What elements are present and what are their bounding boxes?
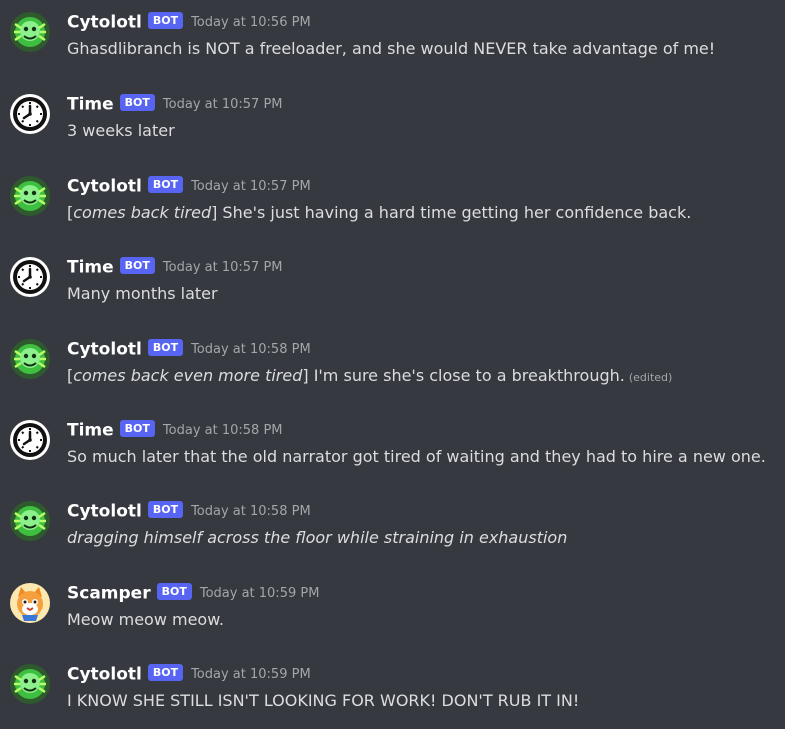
message-text: Ghasdlibranch is NOT a freeloader, and s… bbox=[67, 39, 716, 58]
message-item[interactable]: Cytolotl BOT Today at 10:59 PM I KNOW SHE … bbox=[0, 652, 785, 712]
green-axolotl-avatar-icon[interactable] bbox=[10, 501, 50, 541]
message-italic-text: comes back even more tired bbox=[73, 366, 303, 385]
message-content: 3 weeks later bbox=[67, 120, 175, 142]
author-name[interactable]: Cytolotl bbox=[67, 340, 142, 360]
message-header: Time BOT Today at 10:57 PM bbox=[67, 93, 283, 116]
green-axolotl-avatar-icon[interactable] bbox=[10, 12, 50, 52]
bot-badge: BOT bbox=[147, 339, 184, 356]
message-item[interactable]: Cytolotl BOT Today at 10:57 PM [comes back… bbox=[0, 164, 785, 224]
message-timestamp[interactable]: Today at 10:58 PM bbox=[191, 504, 311, 519]
bot-badge: BOT bbox=[119, 257, 155, 274]
bot-badge: BOT bbox=[119, 94, 155, 111]
message-text: Many months later bbox=[67, 284, 218, 303]
message-timestamp[interactable]: Today at 10:57 PM bbox=[163, 97, 283, 112]
author-name[interactable]: Cytolotl bbox=[67, 13, 142, 33]
message-header: Cytolotl BOT Today at 10:59 PM bbox=[67, 663, 311, 686]
edited-label[interactable]: (edited) bbox=[629, 371, 672, 384]
message-item[interactable]: Cytolotl BOT Today at 10:58 PM [comes back… bbox=[0, 327, 785, 387]
message-item[interactable]: Time BOT Today at 10:57 PM Many months lat… bbox=[0, 245, 785, 305]
clock-avatar-icon[interactable] bbox=[10, 257, 50, 297]
message-header: Time BOT Today at 10:58 PM bbox=[67, 419, 283, 442]
message-timestamp[interactable]: Today at 10:58 PM bbox=[163, 423, 283, 438]
clock-avatar-icon[interactable] bbox=[10, 94, 50, 134]
message-timestamp[interactable]: Today at 10:59 PM bbox=[191, 667, 311, 682]
message-header: Cytolotl BOT Today at 10:58 PM bbox=[67, 500, 311, 523]
message-text: So much later that the old narrator got … bbox=[67, 447, 766, 466]
message-content: I KNOW SHE STILL ISN'T LOOKING FOR WORK!… bbox=[67, 690, 579, 712]
author-name[interactable]: Time bbox=[67, 95, 114, 115]
author-name[interactable]: Cytolotl bbox=[67, 665, 142, 685]
message-italic-text: dragging himself across the floor while … bbox=[67, 528, 568, 547]
message-item[interactable]: Scamper BOT Today at 10:59 PM Meow meow me… bbox=[0, 571, 785, 631]
message-timestamp[interactable]: Today at 10:57 PM bbox=[191, 179, 311, 194]
message-item[interactable]: Time BOT Today at 10:57 PM 3 weeks later bbox=[0, 82, 785, 142]
message-header: Scamper BOT Today at 10:59 PM bbox=[67, 582, 319, 605]
message-header: Cytolotl BOT Today at 10:58 PM bbox=[67, 338, 311, 361]
bot-badge: BOT bbox=[147, 12, 184, 29]
message-header: Time BOT Today at 10:57 PM bbox=[67, 256, 283, 279]
author-name[interactable]: Cytolotl bbox=[67, 177, 142, 197]
bot-badge: BOT bbox=[147, 501, 184, 518]
author-name[interactable]: Time bbox=[67, 421, 114, 441]
message-content: Many months later bbox=[67, 283, 218, 305]
author-name[interactable]: Scamper bbox=[67, 584, 151, 604]
bot-badge: BOT bbox=[147, 664, 184, 681]
message-header: Cytolotl BOT Today at 10:56 PM bbox=[67, 11, 311, 34]
message-item[interactable]: Cytolotl BOT Today at 10:56 PM Ghasdlibran… bbox=[0, 0, 785, 60]
message-item[interactable]: Time BOT Today at 10:58 PM So much later t… bbox=[0, 408, 785, 468]
message-content: dragging himself across the floor while … bbox=[67, 527, 567, 549]
message-timestamp[interactable]: Today at 10:59 PM bbox=[200, 586, 320, 601]
message-content: [comes back even more tired] I'm sure sh… bbox=[67, 365, 672, 389]
bot-badge: BOT bbox=[119, 420, 155, 437]
message-text: Meow meow meow. bbox=[67, 610, 224, 629]
message-text: ] She's just having a hard time getting … bbox=[211, 203, 692, 222]
message-italic-text: comes back tired bbox=[73, 203, 212, 222]
message-header: Cytolotl BOT Today at 10:57 PM bbox=[67, 175, 311, 198]
green-axolotl-avatar-icon[interactable] bbox=[10, 176, 50, 216]
message-text: 3 weeks later bbox=[67, 121, 175, 140]
message-content: So much later that the old narrator got … bbox=[67, 446, 766, 468]
green-axolotl-avatar-icon[interactable] bbox=[10, 664, 50, 704]
message-content: [comes back tired] She's just having a h… bbox=[67, 202, 691, 224]
message-timestamp[interactable]: Today at 10:58 PM bbox=[191, 342, 311, 357]
green-axolotl-avatar-icon[interactable] bbox=[10, 339, 50, 379]
orange-cat-avatar-icon[interactable] bbox=[10, 583, 50, 623]
message-timestamp[interactable]: Today at 10:56 PM bbox=[191, 15, 311, 30]
author-name[interactable]: Time bbox=[67, 258, 114, 278]
author-name[interactable]: Cytolotl bbox=[67, 502, 142, 522]
message-content: Meow meow meow. bbox=[67, 609, 224, 631]
message-text: ] I'm sure she's close to a breakthrough… bbox=[302, 366, 625, 385]
message-text: I KNOW SHE STILL ISN'T LOOKING FOR WORK!… bbox=[67, 691, 580, 710]
message-content: Ghasdlibranch is NOT a freeloader, and s… bbox=[67, 38, 715, 60]
bot-badge: BOT bbox=[156, 583, 192, 600]
chat-message-list: Cytolotl BOT Today at 10:56 PM Ghasdlibran… bbox=[0, 0, 785, 729]
message-item[interactable]: Cytolotl BOT Today at 10:58 PM dragging hi… bbox=[0, 489, 785, 549]
bot-badge: BOT bbox=[147, 176, 184, 193]
message-timestamp[interactable]: Today at 10:57 PM bbox=[163, 260, 283, 275]
clock-avatar-icon[interactable] bbox=[10, 420, 50, 460]
